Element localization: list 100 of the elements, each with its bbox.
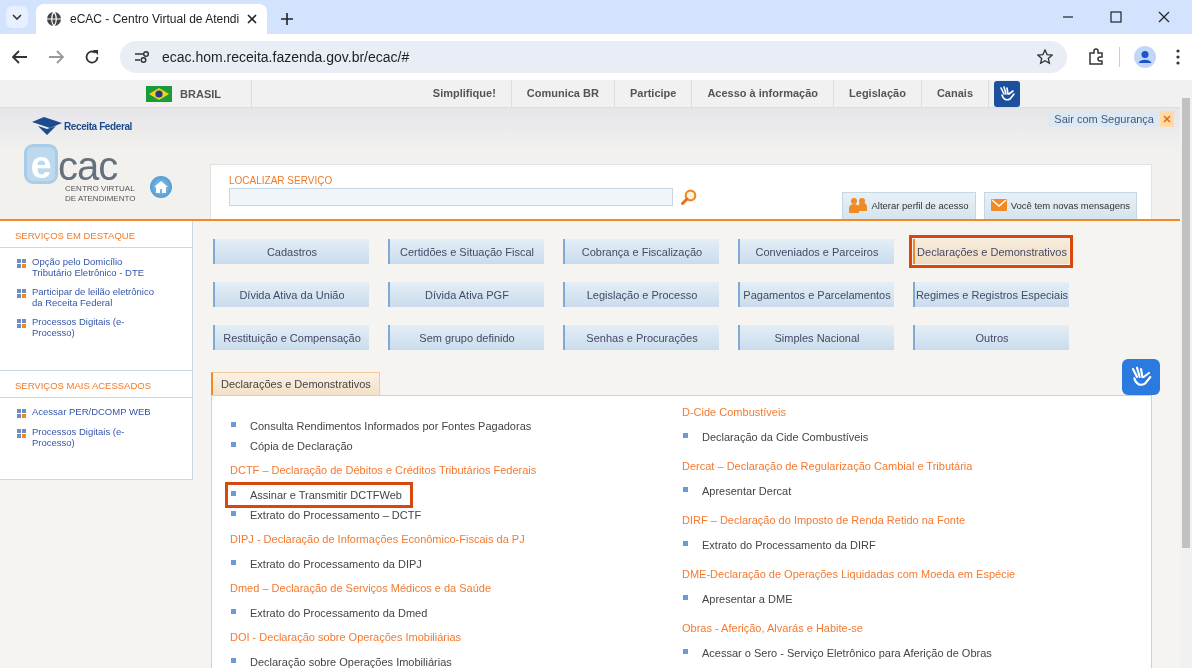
service-link[interactable]: Extrato do Processamento da Dmed	[230, 603, 436, 623]
sidebar-link[interactable]: Processos Digitais (e-Processo)	[32, 316, 162, 338]
bullet-icon	[231, 490, 236, 496]
logo-letter: e	[24, 144, 58, 184]
section-title: SERVIÇOS MAIS ACESSADOS	[0, 371, 192, 398]
profile-button[interactable]: Alterar perfil de acesso	[842, 192, 976, 219]
sidebar-link[interactable]: Opção pelo Domicílio Tributário Eletrônico - DTE	[32, 256, 162, 278]
group-heading: Dercat – Declaração de Regularização Cambial e Tributária	[682, 459, 974, 474]
category-button[interactable]: Dívida Ativa PGF	[388, 282, 544, 307]
home-icon	[154, 181, 168, 193]
agency-name: Receita Federal	[64, 120, 132, 132]
bullet-icon	[683, 486, 688, 492]
messages-button[interactable]: Você tem novas mensagens	[983, 192, 1137, 219]
category-button[interactable]: Legislação e Processo	[563, 282, 719, 307]
category-button[interactable]: Simples Nacional	[738, 325, 894, 350]
group-heading: D-Cide Combustíveis	[682, 405, 787, 420]
close-icon[interactable]	[247, 14, 258, 24]
hands-icon	[998, 84, 1016, 103]
reload-icon[interactable]	[84, 49, 100, 65]
logo-subtitle: CENTRO VIRTUAL	[65, 184, 135, 194]
category-button[interactable]: Certidões e Situação Fiscal	[388, 239, 544, 264]
scrollbar[interactable]	[1180, 80, 1192, 668]
people-icon	[849, 197, 868, 213]
search-field[interactable]	[229, 188, 673, 206]
bullet-icon	[683, 594, 688, 600]
bullet-icon	[17, 259, 26, 268]
service-link[interactable]: Consulta Rendimentos Informados por Fontes Pagadoras	[230, 416, 540, 436]
globe-icon	[46, 11, 62, 27]
back-arrow-icon[interactable]	[12, 50, 28, 64]
service-link[interactable]: Apresentar a DME	[682, 589, 801, 609]
address-field[interactable]: ecac.hom.receita.fazenda.gov.br/ecac/#	[120, 41, 1067, 73]
service-link[interactable]: Cópia de Declaração	[230, 436, 361, 456]
nav-link[interactable]: Canais	[921, 80, 989, 107]
sidebar-link[interactable]: Participar de leilão eletrônico da Receita Federal	[32, 286, 162, 308]
nav-link[interactable]: Legislação	[834, 80, 922, 107]
browser-tab[interactable]: eCAC - Centro Virtual de Atendi	[36, 4, 268, 34]
category-button[interactable]: Regimes e Registros Especiais	[913, 282, 1069, 307]
nav-link[interactable]: Acesso à informação	[692, 80, 835, 107]
logo-subtitle: DE ATENDIMENTO	[65, 194, 136, 204]
panel-tab[interactable]: Declarações e Demonstrativos	[211, 372, 380, 395]
search-icon[interactable]	[681, 189, 697, 205]
chevron-down-icon	[12, 14, 22, 20]
close-icon	[1163, 115, 1171, 123]
bullet-icon	[683, 432, 688, 438]
flag-icon	[146, 85, 173, 102]
service-link[interactable]: Declaração sobre Operações Imobiliárias	[230, 652, 460, 668]
search-label: LOCALIZAR SERVIÇO	[229, 175, 334, 186]
hands-icon	[1129, 365, 1153, 389]
group-heading: DIPJ - Declaração de Informações Econômico-Fiscais da PJ	[230, 532, 526, 547]
bullet-icon	[17, 429, 26, 438]
service-link[interactable]: Acessar o Sero - Serviço Eletrônico para Aferição de Obras	[682, 643, 1000, 663]
close-icon[interactable]	[1158, 11, 1170, 23]
puzzle-icon[interactable]	[1087, 48, 1105, 66]
service-link[interactable]: Extrato do Processamento – DCTF	[230, 505, 430, 525]
nav-link[interactable]: Participe	[614, 80, 693, 107]
country-label: BRASIL	[180, 87, 221, 100]
nav-link[interactable]: Comunica BR	[511, 80, 615, 107]
sign-language-button[interactable]	[1122, 359, 1160, 395]
maximize-icon[interactable]	[1110, 11, 1122, 23]
envelope-icon	[990, 199, 1007, 211]
service-link[interactable]: Extrato do Processamento da DIPJ	[230, 554, 430, 574]
section-title: SERVIÇOS EM DESTAQUE	[0, 221, 192, 248]
group-heading: DME-Declaração de Operações Liquidadas com Moeda em Espécie	[682, 567, 1016, 582]
nav-link[interactable]: Simplifique!	[417, 80, 512, 107]
bullet-icon	[231, 657, 236, 663]
category-button[interactable]: Outros	[913, 325, 1069, 350]
category-button[interactable]: Sem grupo definido	[388, 325, 544, 350]
star-icon[interactable]	[1037, 49, 1053, 65]
sidebar-link[interactable]: Processos Digitais (e-Processo)	[32, 426, 162, 448]
logo-wordmark: cac	[58, 148, 118, 184]
group-heading: DOI - Declaração sobre Operações Imobiliárias	[230, 630, 463, 645]
forward-arrow-icon[interactable]	[48, 50, 64, 64]
category-button[interactable]: Senhas e Procurações	[563, 325, 719, 350]
group-heading: Dmed – Declaração de Serviços Médicos e da Saúde	[230, 581, 493, 596]
bullet-icon	[17, 289, 26, 298]
highlighted-service-link[interactable]: Assinar e Transmitir DCTFWeb	[228, 485, 410, 505]
group-heading: DCTF – Declaração de Débitos e Créditos Tributários Federais	[230, 463, 538, 478]
category-button[interactable]: Dívida Ativa da União	[213, 282, 369, 307]
bullet-icon	[231, 421, 236, 427]
bullet-icon	[17, 319, 26, 328]
service-link[interactable]: Extrato do Processamento da DIRF	[682, 535, 884, 555]
bullet-icon	[231, 559, 236, 565]
tab-list-button[interactable]	[6, 6, 28, 28]
logout-link[interactable]: Sair com Segurança	[1048, 111, 1160, 127]
plus-icon[interactable]	[281, 13, 294, 25]
group-heading: DIRF – Declaração do Imposto de Renda Retido na Fonte	[682, 513, 967, 528]
menu-icon[interactable]	[1176, 49, 1180, 65]
category-button[interactable]: Restituição e Compensação	[213, 325, 369, 350]
category-button[interactable]: Pagamentos e Parcelamentos	[738, 282, 894, 307]
category-button[interactable]: Conveniados e Parceiros	[738, 239, 894, 264]
service-link[interactable]: Apresentar Dercat	[682, 481, 800, 501]
category-button[interactable]: Cobrança e Fiscalização	[563, 239, 719, 264]
site-settings-icon[interactable]	[134, 50, 150, 64]
home-button[interactable]	[150, 176, 172, 198]
sidebar-link[interactable]: Acessar PER/DCOMP WEB	[32, 406, 162, 417]
service-link[interactable]: Declaração da Cide Combustíveis	[682, 427, 877, 447]
bullet-icon	[683, 648, 688, 654]
sign-language-button[interactable]	[994, 80, 1020, 107]
avatar-icon[interactable]	[1134, 46, 1156, 68]
category-button[interactable]: Cadastros	[213, 239, 369, 264]
